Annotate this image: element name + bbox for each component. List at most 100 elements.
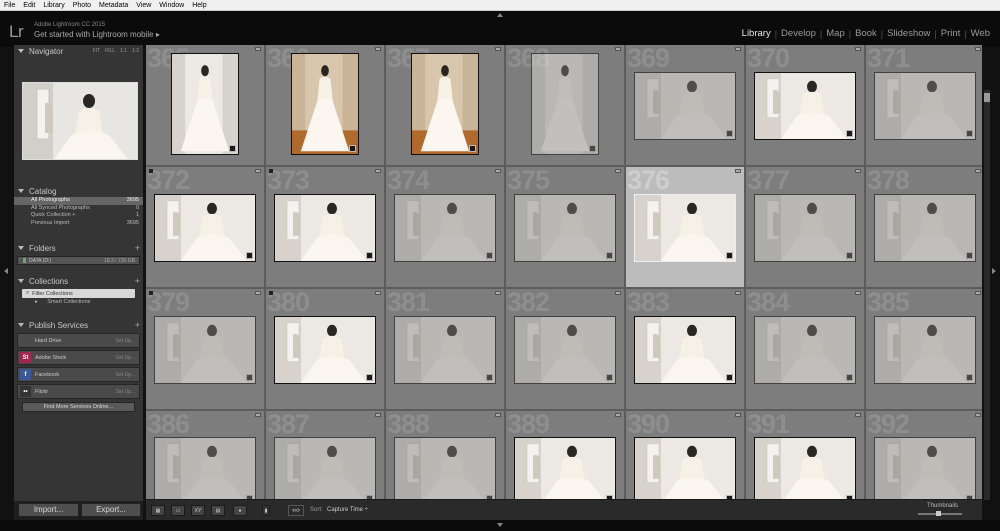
module-book[interactable]: Book bbox=[851, 28, 881, 39]
photo-thumbnail[interactable] bbox=[154, 316, 256, 384]
thumbnail-size-slider[interactable] bbox=[918, 511, 962, 516]
grid-view-icon[interactable]: ▦ bbox=[151, 505, 165, 516]
grid-cell[interactable]: 386 bbox=[146, 411, 264, 499]
add-publish-service-icon[interactable]: + bbox=[135, 320, 140, 330]
photo-thumbnail[interactable] bbox=[274, 316, 376, 384]
grid-cell[interactable]: 380 bbox=[266, 289, 384, 409]
smart-collections-folder[interactable]: ▸ Smart Collections bbox=[14, 298, 143, 307]
flag-icon[interactable] bbox=[615, 413, 621, 417]
grid-cell[interactable]: 384 bbox=[746, 289, 864, 409]
grid-cell[interactable]: 370 bbox=[746, 45, 864, 165]
photo-thumbnail[interactable] bbox=[634, 194, 736, 262]
flag-icon[interactable] bbox=[975, 47, 981, 51]
grid-cell[interactable]: 375 bbox=[506, 167, 624, 287]
survey-view-icon[interactable]: ▤ bbox=[211, 505, 225, 516]
grid-cell[interactable]: 373 bbox=[266, 167, 384, 287]
flag-icon[interactable] bbox=[495, 169, 501, 173]
photo-thumbnail[interactable] bbox=[754, 437, 856, 499]
photo-thumbnail[interactable] bbox=[154, 194, 256, 262]
grid-cell[interactable]: 365 bbox=[146, 45, 264, 165]
menu-library[interactable]: Library bbox=[39, 0, 68, 11]
grid-cell[interactable]: 391 bbox=[746, 411, 864, 499]
grid-cell[interactable]: 382 bbox=[506, 289, 624, 409]
grid-cell[interactable]: 381 bbox=[386, 289, 504, 409]
flag-icon[interactable] bbox=[255, 291, 261, 295]
photo-thumbnail[interactable] bbox=[154, 437, 256, 499]
grid-cell[interactable]: 367 bbox=[386, 45, 504, 165]
publish-service-adobe-stock[interactable]: St Adobe Stock Set Up... bbox=[17, 350, 140, 365]
grid-cell[interactable]: 387 bbox=[266, 411, 384, 499]
photo-thumbnail[interactable] bbox=[634, 316, 736, 384]
module-develop[interactable]: Develop bbox=[777, 28, 820, 39]
collapse-top-panel-arrow-icon[interactable] bbox=[497, 13, 503, 17]
photo-thumbnail[interactable] bbox=[531, 53, 599, 155]
grid-cell[interactable]: 371 bbox=[866, 45, 982, 165]
grid-cell[interactable]: 377 bbox=[746, 167, 864, 287]
loupe-view-icon[interactable]: ▭ bbox=[171, 505, 185, 516]
photo-thumbnail[interactable] bbox=[274, 437, 376, 499]
grid-cell[interactable]: 376 bbox=[626, 167, 744, 287]
photo-thumbnail[interactable] bbox=[754, 72, 856, 140]
catalog-item-previous-import[interactable]: Previous Import 3695 bbox=[14, 220, 143, 228]
flag-icon[interactable] bbox=[855, 47, 861, 51]
compare-view-icon[interactable]: XY bbox=[191, 505, 205, 516]
photo-thumbnail[interactable] bbox=[514, 316, 616, 384]
collections-header[interactable]: Collections + bbox=[14, 275, 143, 287]
people-view-icon[interactable]: ● bbox=[233, 505, 247, 516]
publish-service-hard-drive[interactable]: Hard Drive Set Up... bbox=[17, 333, 140, 348]
grid-cell[interactable]: 392 bbox=[866, 411, 982, 499]
grid-cell[interactable]: 368 bbox=[506, 45, 624, 165]
grid-cell[interactable]: 385 bbox=[866, 289, 982, 409]
navigator-preview-image[interactable] bbox=[22, 82, 138, 160]
module-library[interactable]: Library bbox=[738, 28, 775, 39]
flag-icon[interactable] bbox=[735, 47, 741, 51]
zoom-fit[interactable]: FIT bbox=[93, 48, 101, 54]
photo-thumbnail[interactable] bbox=[291, 53, 359, 155]
menu-help[interactable]: Help bbox=[188, 0, 210, 11]
photo-thumbnail[interactable] bbox=[874, 72, 976, 140]
photo-thumbnail[interactable] bbox=[411, 53, 479, 155]
photo-thumbnail[interactable] bbox=[754, 316, 856, 384]
grid-cell[interactable]: 383 bbox=[626, 289, 744, 409]
grid-cell[interactable]: 366 bbox=[266, 45, 384, 165]
find-more-services-button[interactable]: Find More Services Online... bbox=[22, 402, 135, 412]
module-slideshow[interactable]: Slideshow bbox=[883, 28, 934, 39]
collapse-filmstrip-arrow-icon[interactable] bbox=[497, 523, 503, 527]
grid-cell[interactable]: 369 bbox=[626, 45, 744, 165]
module-print[interactable]: Print bbox=[937, 28, 965, 39]
publish-services-header[interactable]: Publish Services + bbox=[14, 319, 143, 331]
menu-file[interactable]: File bbox=[0, 0, 19, 11]
flag-icon[interactable] bbox=[255, 47, 261, 51]
flag-icon[interactable] bbox=[855, 169, 861, 173]
flag-icon[interactable] bbox=[255, 169, 261, 173]
service-setup-link[interactable]: Set Up... bbox=[116, 389, 135, 395]
grid-cell[interactable]: 378 bbox=[866, 167, 982, 287]
grid-cell[interactable]: 379 bbox=[146, 289, 264, 409]
flag-icon[interactable] bbox=[735, 291, 741, 295]
photo-thumbnail[interactable] bbox=[514, 194, 616, 262]
flag-icon[interactable] bbox=[255, 413, 261, 417]
menu-edit[interactable]: Edit bbox=[19, 0, 39, 11]
menu-view[interactable]: View bbox=[132, 0, 155, 11]
module-map[interactable]: Map bbox=[822, 28, 848, 39]
add-folder-icon[interactable]: + bbox=[135, 243, 140, 253]
menu-window[interactable]: Window bbox=[155, 0, 188, 11]
rotate-icon[interactable]: ⟲⟳ bbox=[288, 505, 304, 516]
flag-icon[interactable] bbox=[975, 413, 981, 417]
catalog-item-all-synced[interactable]: All Synced Photographs 0 bbox=[14, 205, 143, 213]
photo-thumbnail[interactable] bbox=[514, 437, 616, 499]
service-setup-link[interactable]: Set Up... bbox=[116, 338, 135, 344]
volume-data-drive[interactable]: DATA (D:) 18.3 / 730 GB bbox=[17, 256, 140, 265]
flag-icon[interactable] bbox=[495, 291, 501, 295]
grid-scrollbar-thumb[interactable] bbox=[984, 93, 990, 102]
photo-thumbnail[interactable] bbox=[874, 316, 976, 384]
photo-thumbnail[interactable] bbox=[274, 194, 376, 262]
collapse-left-panel-arrow-icon[interactable] bbox=[4, 268, 8, 274]
flag-icon[interactable] bbox=[495, 413, 501, 417]
publish-service-facebook[interactable]: f Facebook Set Up... bbox=[17, 367, 140, 382]
flag-icon[interactable] bbox=[975, 169, 981, 173]
add-collection-icon[interactable]: + bbox=[135, 276, 140, 286]
flag-icon[interactable] bbox=[375, 413, 381, 417]
service-setup-link[interactable]: Set Up... bbox=[116, 372, 135, 378]
photo-thumbnail[interactable] bbox=[634, 437, 736, 499]
